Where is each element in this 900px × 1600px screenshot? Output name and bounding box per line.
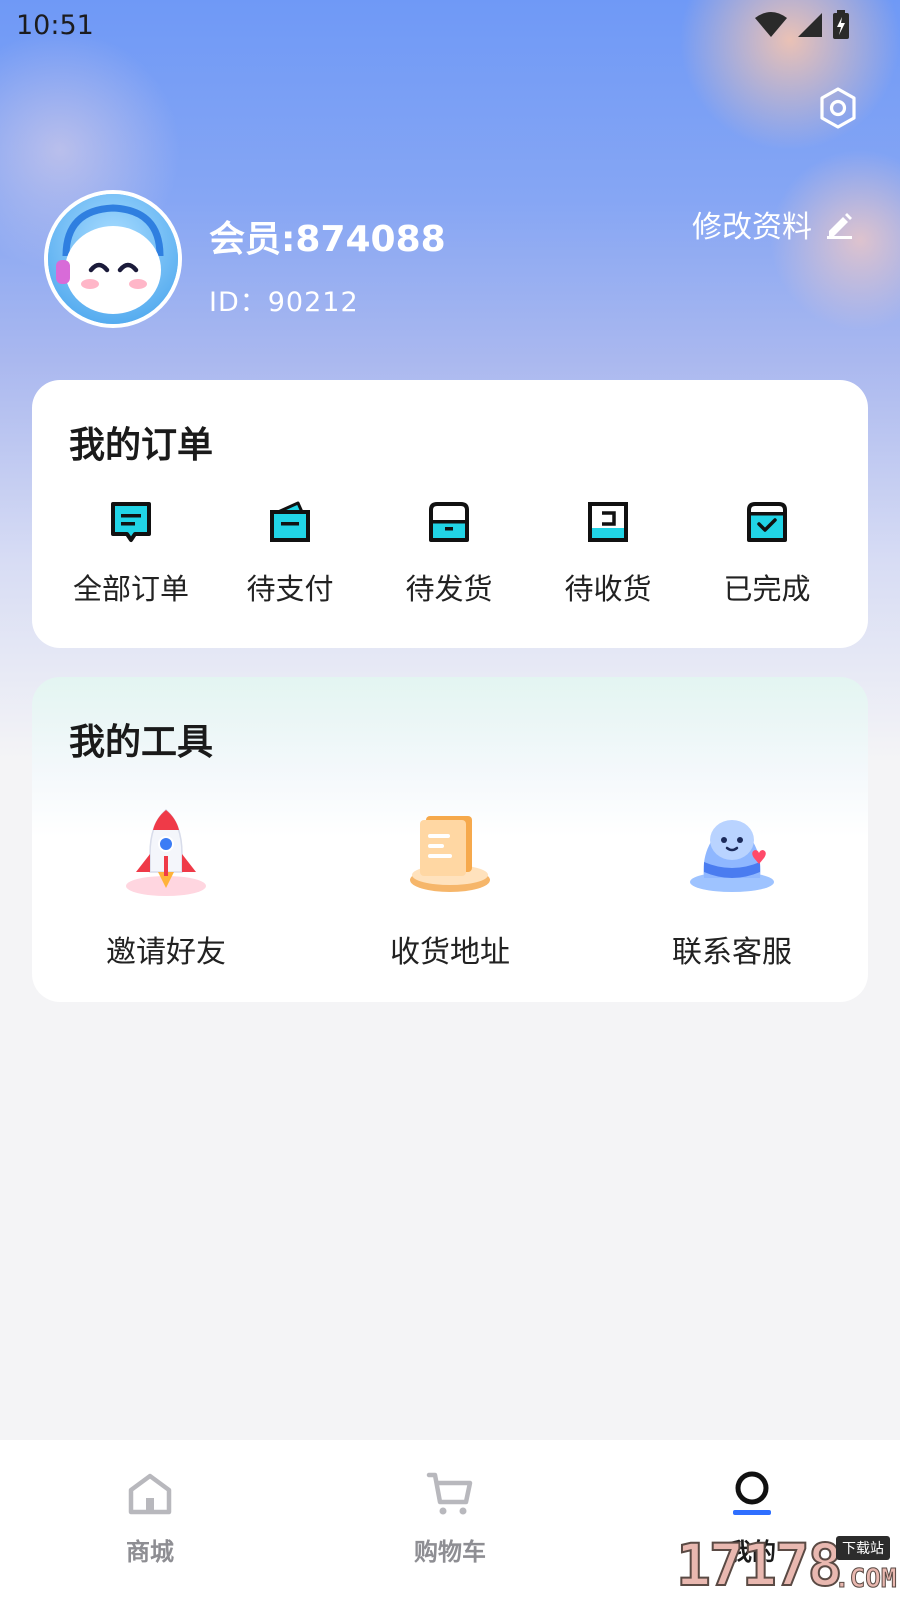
- orders-title: 我的订单: [69, 425, 214, 466]
- home-icon: [128, 1473, 172, 1515]
- tool-invite-friends-button[interactable]: 邀请好友: [66, 802, 266, 972]
- order-unpaid-button[interactable]: 待支付: [215, 500, 365, 610]
- tool-customer-service-button[interactable]: 联系客服: [632, 802, 832, 972]
- site-watermark-logo: 17178 下载站 .COM: [675, 1530, 900, 1600]
- order-unshipped-label: 待发货: [405, 572, 493, 606]
- tab-cart[interactable]: 购物车: [370, 1470, 530, 1580]
- tab-cart-label: 购物车: [414, 1538, 486, 1566]
- tools-card: 我的工具 邀请好友 收货地址 联系客服: [32, 677, 868, 1002]
- order-unreceived-label: 待收货: [564, 572, 652, 606]
- watermark-tag: 下载站: [836, 1536, 890, 1560]
- tools-title: 我的工具: [69, 722, 214, 763]
- edit-profile-button[interactable]: 修改资料: [692, 202, 854, 246]
- member-id: ID：90212: [209, 287, 359, 318]
- signal-icon: [798, 13, 822, 37]
- member-name: 会员:874088: [209, 219, 446, 260]
- settings-hexagon-icon: [820, 87, 856, 129]
- wallet-icon: [270, 501, 310, 542]
- status-time: 10:51: [16, 10, 94, 41]
- order-unshipped-button[interactable]: 待发货: [374, 500, 524, 610]
- orders-card: 我的订单 全部订单 待支付 待发货 待收货 已完成: [32, 380, 868, 648]
- watermark-number: 17178: [675, 1530, 844, 1600]
- tool-shipping-address-button[interactable]: 收货地址: [350, 802, 550, 972]
- orders-row: 全部订单 待支付 待发货 待收货 已完成: [32, 500, 868, 610]
- cart-icon: [426, 1472, 473, 1515]
- edit-profile-label: 修改资料: [692, 210, 812, 245]
- order-completed-label: 已完成: [723, 572, 811, 606]
- order-all-label: 全部订单: [72, 572, 189, 606]
- pencil-icon: [827, 213, 852, 239]
- wifi-icon: [755, 12, 787, 37]
- avatar[interactable]: [44, 190, 182, 328]
- order-unpaid-label: 待支付: [246, 572, 334, 606]
- profile-icon: [733, 1471, 771, 1515]
- order-unreceived-button[interactable]: 待收货: [533, 500, 683, 610]
- status-icons: [754, 10, 850, 40]
- tool-customer-service-label: 联系客服: [672, 935, 792, 970]
- service-mascot-icon: [690, 820, 774, 892]
- tool-shipping-address-label: 收货地址: [390, 935, 510, 970]
- tool-invite-friends-label: 邀请好友: [106, 935, 226, 970]
- tab-mall[interactable]: 商城: [70, 1470, 230, 1580]
- package-icon: [429, 502, 469, 542]
- completed-check-icon: [747, 502, 787, 542]
- receive-icon: [588, 502, 628, 542]
- address-book-icon: [410, 816, 490, 892]
- status-bar: 10:51: [0, 0, 900, 52]
- watermark-domain: .COM: [834, 1564, 898, 1595]
- tab-mall-label: 商城: [126, 1538, 174, 1566]
- cartoon-mascot-avatar: [48, 194, 178, 324]
- rocket-icon: [126, 809, 206, 896]
- battery-charging-icon: [833, 10, 849, 39]
- order-list-icon: [111, 502, 151, 542]
- order-all-button[interactable]: 全部订单: [56, 500, 206, 610]
- settings-button[interactable]: [816, 86, 860, 130]
- order-completed-button[interactable]: 已完成: [692, 500, 842, 610]
